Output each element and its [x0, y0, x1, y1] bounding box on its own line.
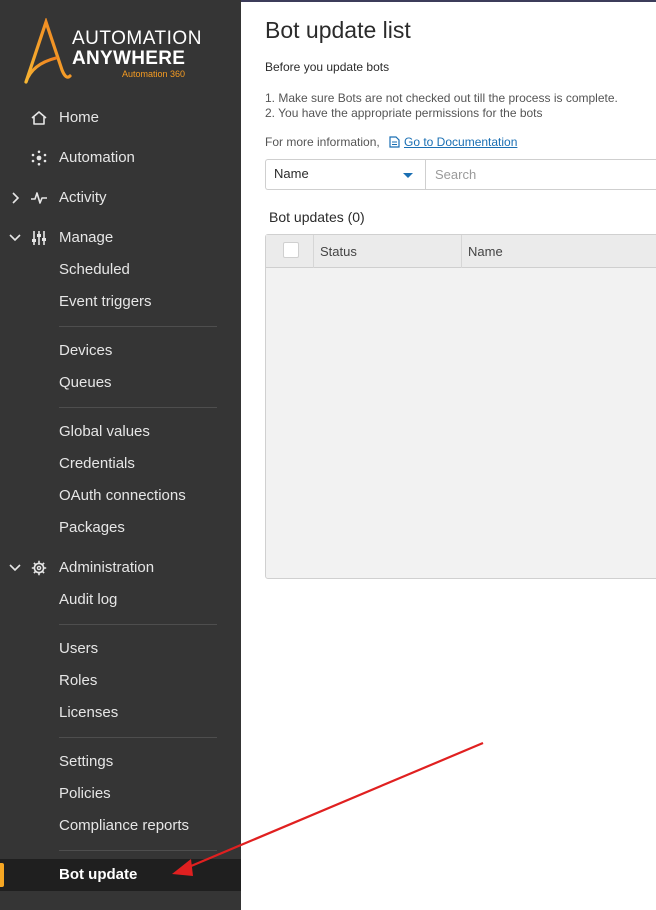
automation-anywhere-logo-icon [24, 18, 72, 84]
sidebar-divider [59, 737, 217, 738]
sidebar-item-label: Automation [59, 149, 135, 166]
automation-icon [31, 150, 47, 166]
more-info-text: For more information, [265, 135, 380, 149]
chevron-down-icon[interactable] [8, 560, 22, 576]
sidebar-item-credentials[interactable]: Credentials [0, 450, 241, 478]
sidebar-item-label: Queues [59, 374, 112, 391]
sidebar-item-settings[interactable]: Settings [0, 748, 241, 776]
sidebar-item-event-triggers[interactable]: Event triggers [0, 288, 241, 316]
manage-sliders-icon [32, 231, 46, 245]
activity-icon [31, 192, 47, 204]
intro-text: Before you update bots [265, 60, 390, 74]
brand-line1: AUTOMATION [72, 28, 202, 49]
table-header: Status Name [266, 235, 656, 268]
filter-field-select[interactable]: Name [265, 159, 425, 190]
top-border [241, 0, 656, 2]
column-header-status[interactable]: Status [314, 235, 462, 268]
sidebar-item-label: Licenses [59, 704, 119, 721]
sidebar-divider [59, 326, 217, 327]
sidebar-item-label: Credentials [59, 455, 135, 472]
sidebar-item-users[interactable]: Users [0, 635, 241, 663]
brand-line2: ANYWHERE [72, 48, 186, 69]
sidebar-item-audit-log[interactable]: Audit log [0, 586, 241, 614]
sidebar-item-label: Users [59, 640, 99, 657]
search-input[interactable] [425, 159, 656, 190]
table-title: Bot updates (0) [269, 209, 365, 225]
sidebar-item-scheduled[interactable]: Scheduled [0, 256, 241, 284]
sidebar-item-licenses[interactable]: Licenses [0, 699, 241, 727]
select-all-checkbox[interactable] [283, 242, 299, 258]
sidebar-item-label: Packages [59, 519, 125, 536]
sidebar-item-devices[interactable]: Devices [0, 337, 241, 365]
sidebar-item-label: Compliance reports [59, 817, 190, 834]
sidebar-divider [59, 407, 217, 408]
instruction-step: 1. Make sure Bots are not checked out ti… [265, 91, 618, 105]
sidebar-item-label: Audit log [59, 591, 118, 608]
sidebar-item-activity[interactable]: Activity [0, 184, 241, 212]
sidebar-item-label: OAuth connections [59, 487, 186, 504]
instruction-step: 2. You have the appropriate permissions … [265, 106, 543, 120]
brand-tagline: Automation 360 [122, 69, 186, 79]
sidebar-item-queues[interactable]: Queues [0, 369, 241, 397]
sidebar-item-oauth-connections[interactable]: OAuth connections [0, 482, 241, 510]
sidebar-item-label: Global values [59, 423, 150, 440]
brand-logo[interactable]: AUTOMATION ANYWHERE Automation 360 [22, 18, 222, 86]
sidebar-divider [59, 624, 217, 625]
sidebar-item-label: Bot update [59, 866, 138, 883]
sidebar-item-global-values[interactable]: Global values [0, 418, 241, 446]
gear-icon [31, 560, 47, 576]
caret-down-icon [403, 173, 413, 178]
sidebar-item-label: Settings [59, 753, 114, 770]
documentation-link[interactable]: Go to Documentation [404, 135, 517, 149]
page-title: Bot update list [265, 17, 411, 43]
sidebar-item-label: Devices [59, 342, 113, 359]
sidebar: AUTOMATION ANYWHERE Automation 360 Home … [0, 0, 241, 910]
document-icon [389, 136, 400, 148]
sidebar-item-manage[interactable]: Manage [0, 224, 241, 252]
sidebar-item-label: Administration [59, 559, 155, 576]
sidebar-item-label: Home [59, 109, 100, 126]
bot-updates-table: Status Name [265, 234, 656, 579]
sidebar-divider [59, 850, 217, 851]
filter-selected-value: Name [274, 166, 309, 181]
select-all-cell [266, 235, 314, 268]
sidebar-item-label: Scheduled [59, 261, 130, 278]
sidebar-item-administration[interactable]: Administration [0, 554, 241, 582]
sidebar-item-home[interactable]: Home [0, 104, 241, 132]
sidebar-item-label: Event triggers [59, 293, 152, 310]
sidebar-item-label: Manage [59, 229, 114, 246]
sidebar-item-label: Roles [59, 672, 98, 689]
sidebar-item-roles[interactable]: Roles [0, 667, 241, 695]
column-header-name[interactable]: Name [462, 235, 656, 268]
sidebar-item-policies[interactable]: Policies [0, 780, 241, 808]
chevron-right-icon[interactable] [8, 190, 22, 206]
sidebar-item-label: Activity [59, 189, 107, 206]
chevron-down-icon[interactable] [8, 230, 22, 246]
sidebar-item-packages[interactable]: Packages [0, 514, 241, 542]
sidebar-item-compliance-reports[interactable]: Compliance reports [0, 812, 241, 840]
sidebar-item-automation[interactable]: Automation [0, 144, 241, 172]
sidebar-item-bot-update[interactable]: Bot update [0, 861, 241, 889]
home-icon [31, 111, 47, 125]
sidebar-item-label: Policies [59, 785, 111, 802]
